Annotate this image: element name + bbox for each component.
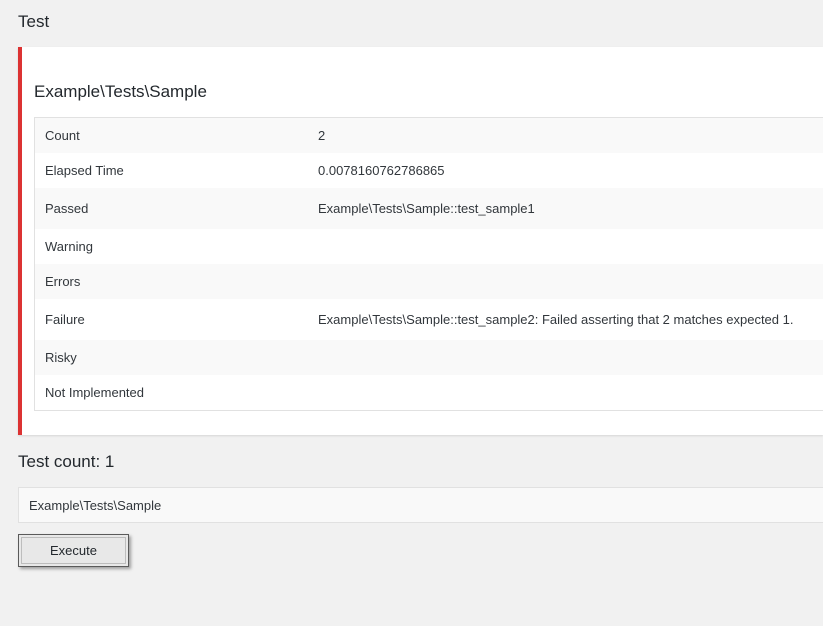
suite-title: Example\Tests\Sample bbox=[34, 82, 207, 101]
table-row-elapsed-time: Elapsed Time 0.0078160762786865 bbox=[35, 153, 823, 188]
table-row-risky: Risky bbox=[35, 340, 823, 375]
row-label: Count bbox=[45, 128, 80, 143]
list-item: Example\Tests\Sample bbox=[29, 498, 162, 513]
table-row-failure: Failure Example\Tests\Sample::test_sampl… bbox=[35, 299, 823, 340]
table-row-count: Count 2 bbox=[35, 118, 823, 153]
row-label: Not Implemented bbox=[45, 385, 144, 400]
row-label: Elapsed Time bbox=[45, 163, 124, 178]
test-count-heading: Test count: 1 bbox=[18, 452, 115, 471]
row-label: Warning bbox=[45, 239, 93, 254]
row-value: 2 bbox=[318, 128, 326, 143]
row-label: Risky bbox=[45, 350, 77, 365]
test-result-card: Example\Tests\Sample Count 2 Elapsed Tim… bbox=[18, 47, 823, 435]
result-table: Count 2 Elapsed Time 0.0078160762786865 … bbox=[34, 117, 823, 411]
page-title: Test bbox=[18, 12, 50, 31]
execute-button[interactable]: Execute bbox=[18, 534, 129, 567]
table-row-errors: Errors bbox=[35, 264, 823, 299]
row-label: Errors bbox=[45, 274, 81, 289]
table-row-warning: Warning bbox=[35, 229, 823, 264]
test-list: Example\Tests\Sample bbox=[18, 487, 823, 523]
row-label: Passed bbox=[45, 201, 89, 216]
row-value: 0.0078160762786865 bbox=[318, 163, 445, 178]
row-value: Example\Tests\Sample::test_sample2: Fail… bbox=[318, 312, 794, 327]
table-row-not-implemented: Not Implemented bbox=[35, 375, 823, 410]
table-row-passed: Passed Example\Tests\Sample::test_sample… bbox=[35, 188, 823, 229]
row-value: Example\Tests\Sample::test_sample1 bbox=[318, 201, 535, 216]
row-label: Failure bbox=[45, 312, 85, 327]
